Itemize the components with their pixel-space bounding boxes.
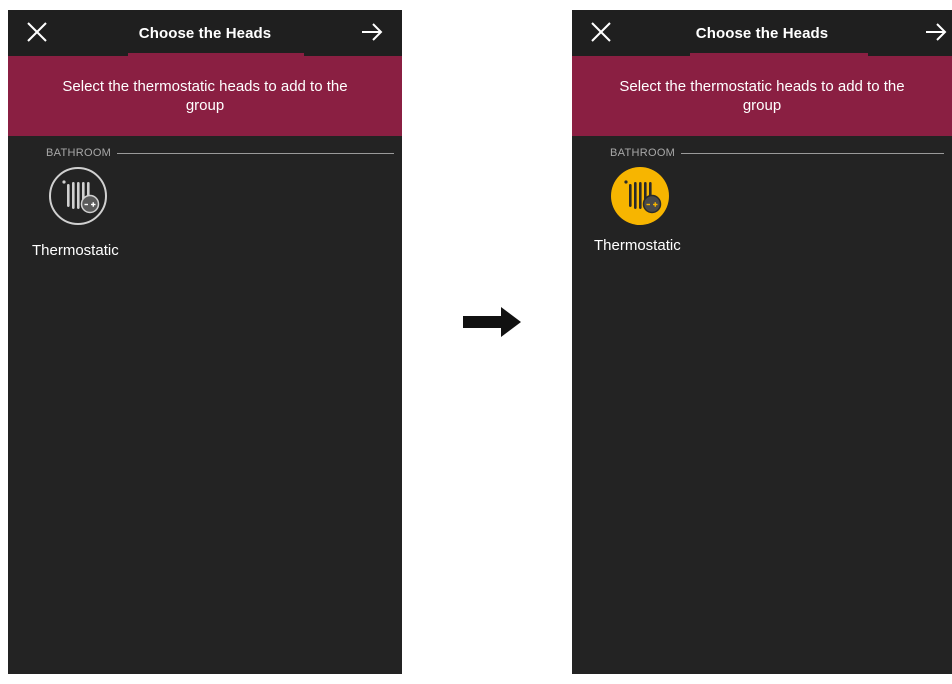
top-bar: Choose the Heads [8, 10, 402, 56]
instruction-banner: Select the thermostatic heads to add to … [8, 56, 402, 136]
arrow-right-icon[interactable] [360, 21, 384, 43]
screen-selected: Choose the Heads Select the thermostatic… [572, 10, 952, 674]
page-title: Choose the Heads [695, 25, 829, 42]
room-section: BATHROOM [8, 147, 402, 161]
top-bar: Choose the Heads [572, 10, 952, 56]
device-label: Thermostatic [32, 242, 119, 259]
instruction-text: Select the thermostatic heads to add to … [62, 78, 348, 114]
instruction-text: Select the thermostatic heads to add to … [619, 78, 905, 114]
section-label: BATHROOM [610, 147, 682, 159]
device-label: Thermostatic [594, 237, 681, 254]
arrow-right-icon [463, 307, 521, 337]
room-section: BATHROOM [572, 147, 952, 161]
thermostatic-head-icon [49, 167, 107, 225]
arrow-right-icon[interactable] [924, 21, 948, 43]
page-title: Choose the Heads [138, 25, 272, 42]
screen-unselected: Choose the Heads Select the thermostatic… [8, 10, 402, 674]
instruction-banner: Select the thermostatic heads to add to … [572, 56, 952, 136]
thermostatic-head-icon [611, 167, 669, 225]
section-label: BATHROOM [46, 147, 118, 159]
